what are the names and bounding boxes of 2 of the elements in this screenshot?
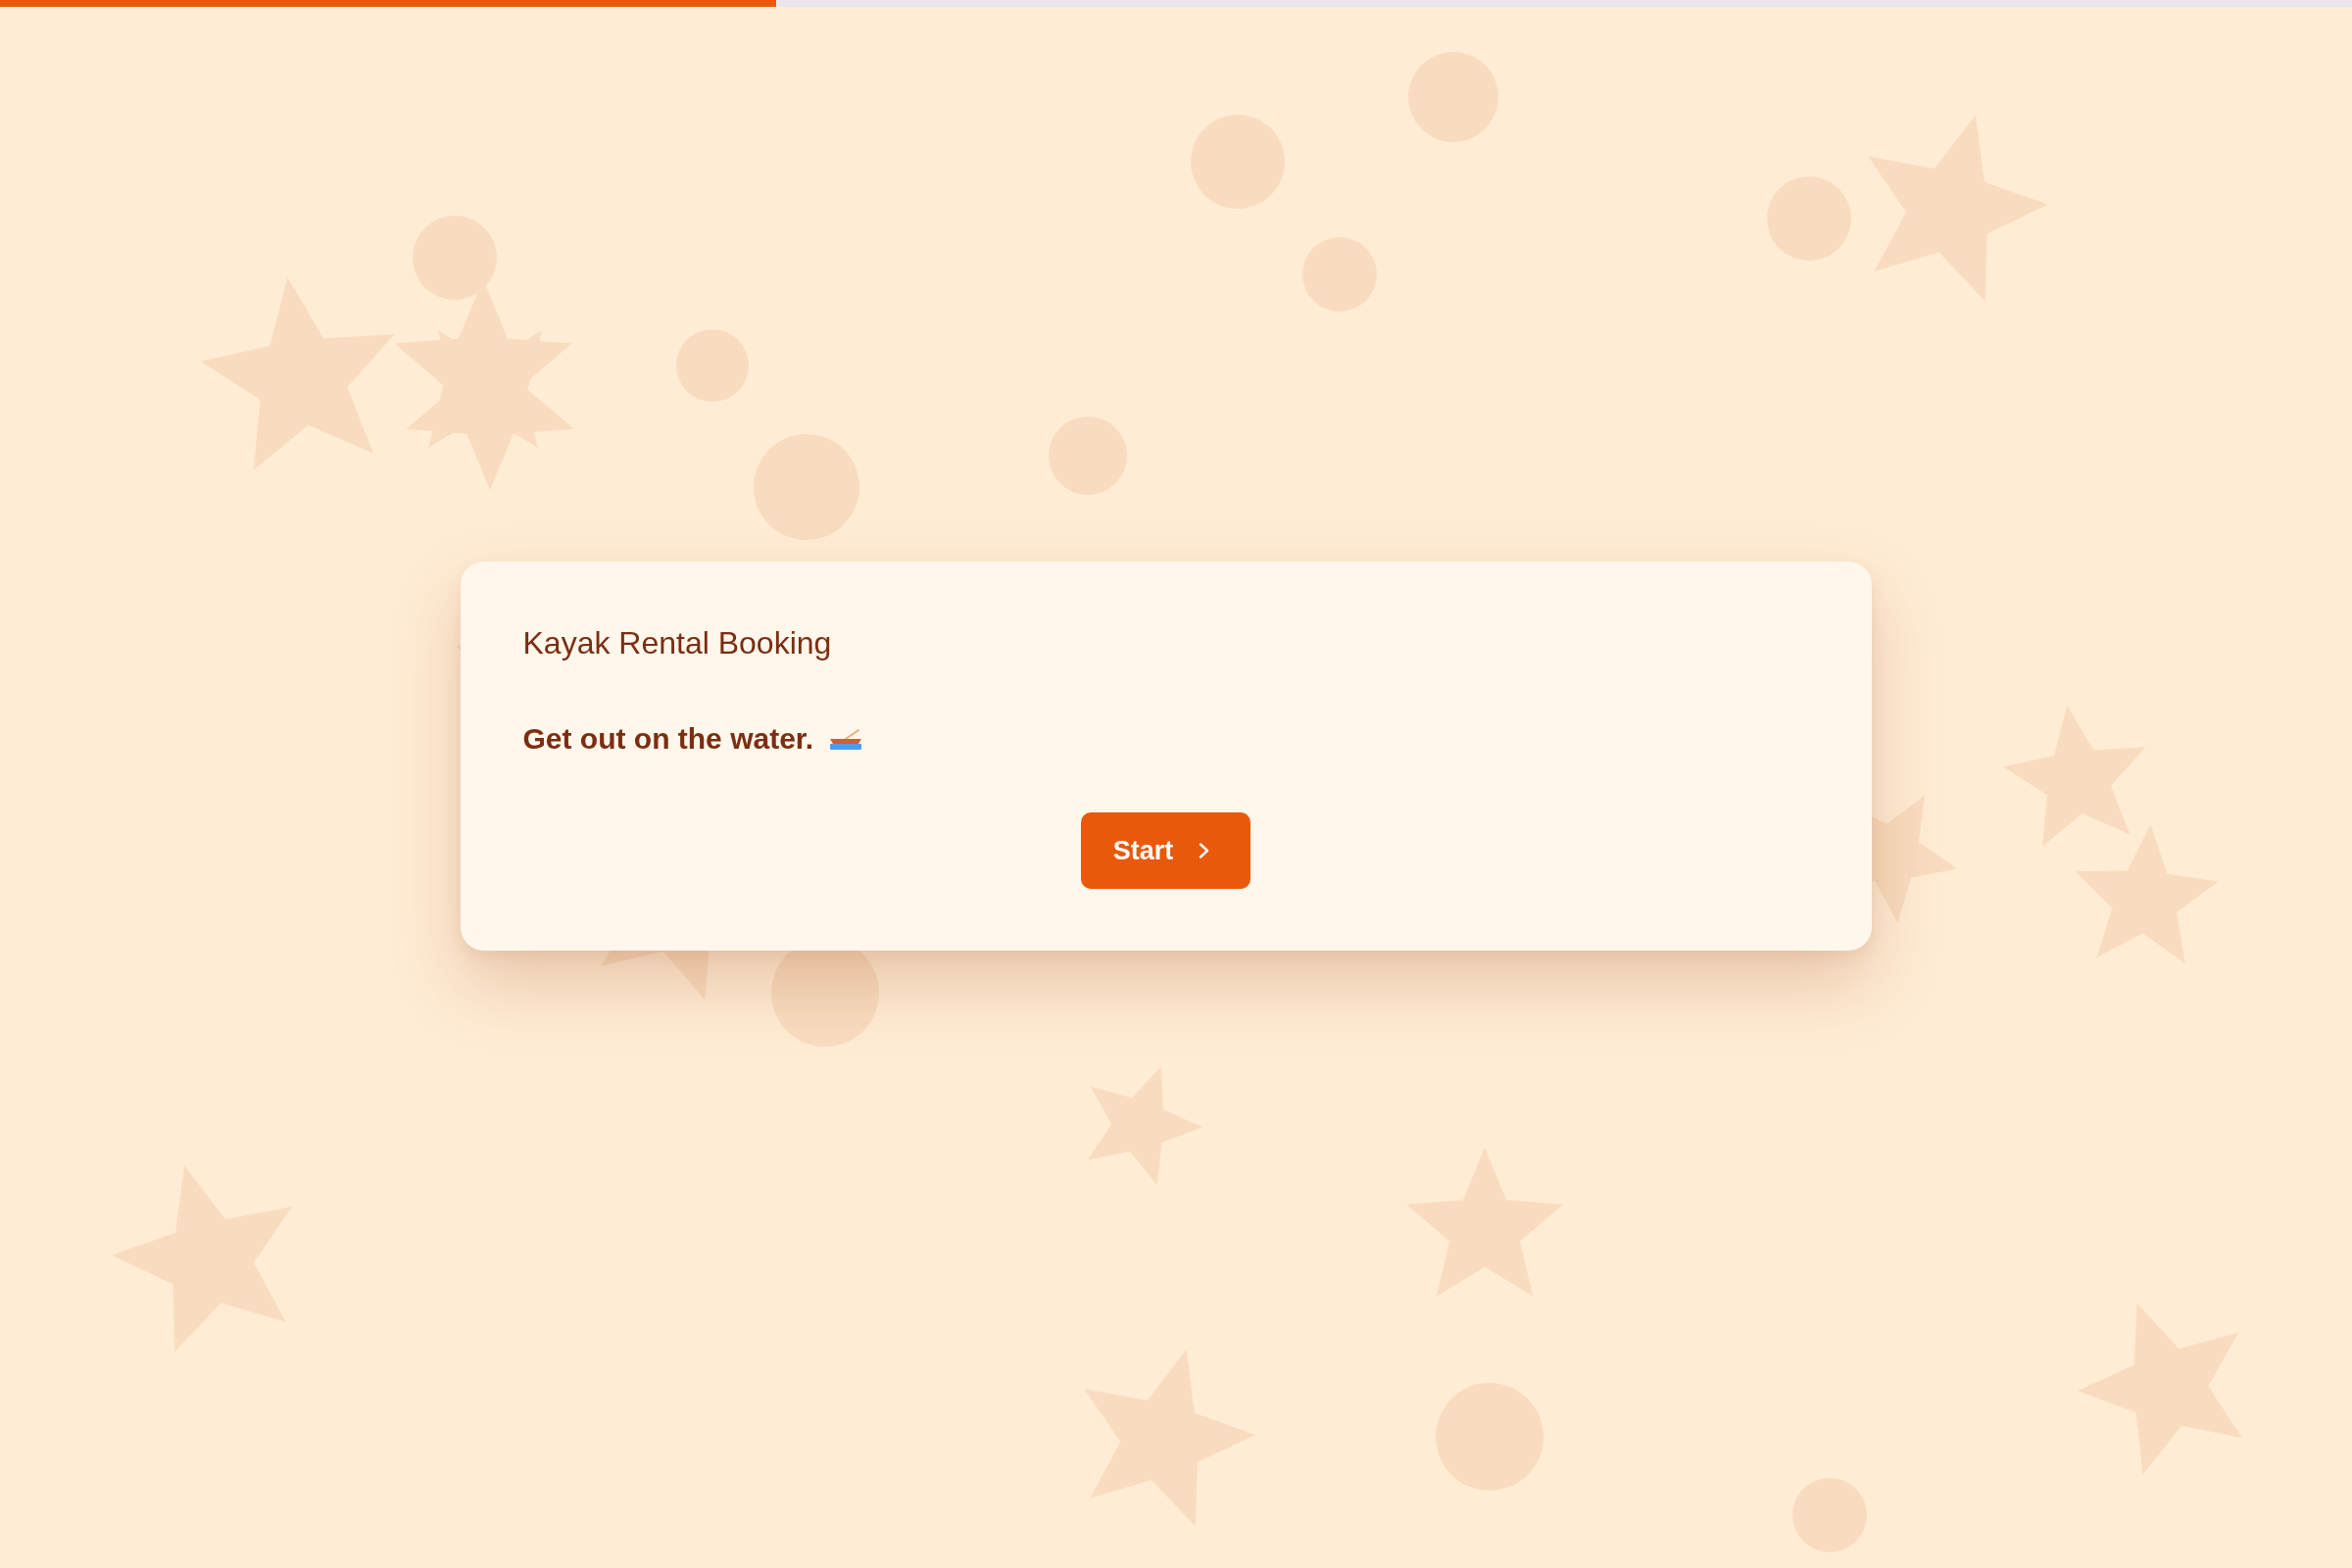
card-subtitle: Get out on the water. xyxy=(522,720,814,757)
card-title: Kayak Rental Booking xyxy=(522,624,833,662)
